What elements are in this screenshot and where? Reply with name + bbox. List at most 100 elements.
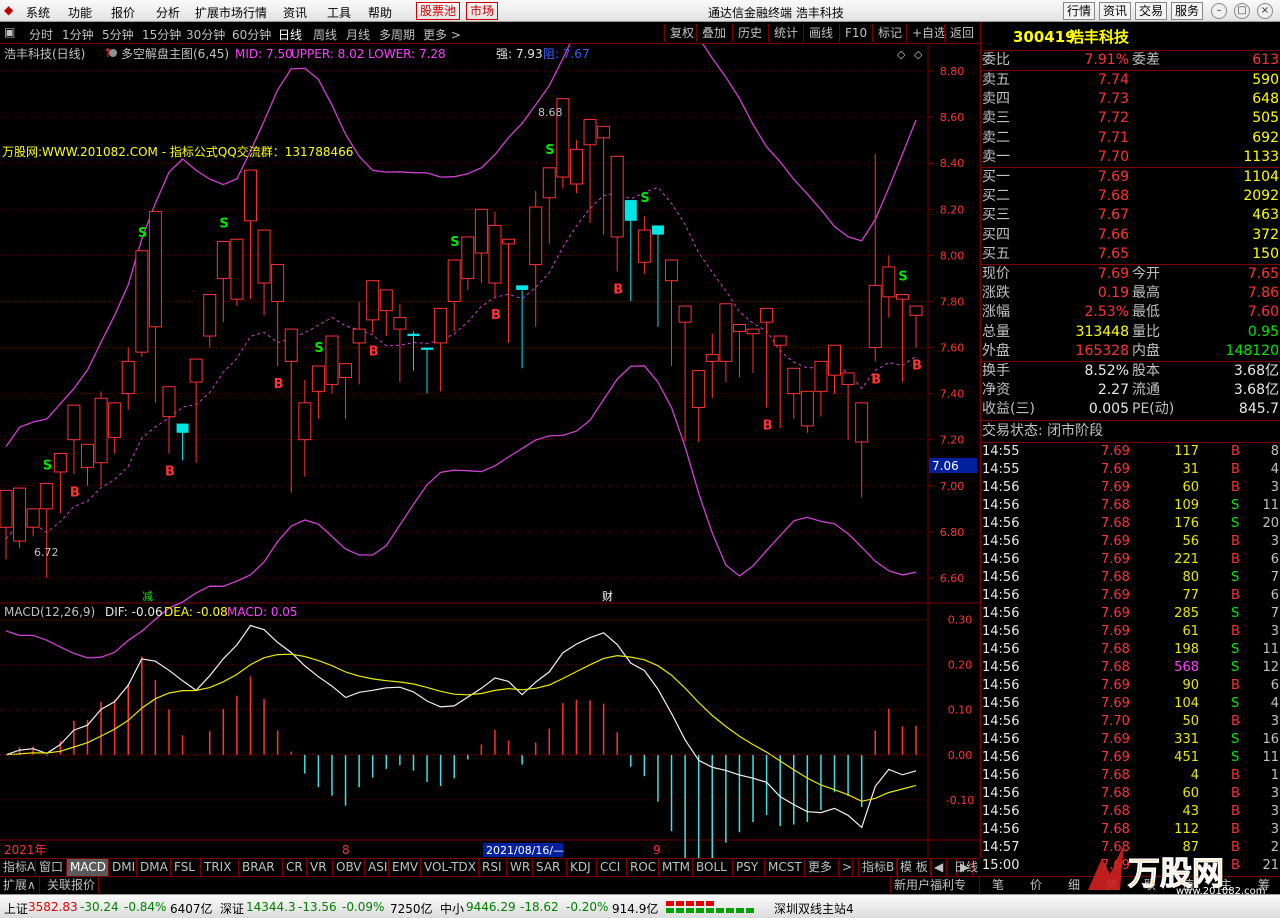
chart-tool-button[interactable]: F10 bbox=[839, 24, 872, 42]
candle[interactable] bbox=[108, 402, 122, 454]
chart-tool-button[interactable]: 标记 bbox=[872, 24, 907, 42]
candle[interactable] bbox=[53, 453, 67, 514]
candle[interactable] bbox=[828, 344, 842, 394]
candle[interactable] bbox=[841, 372, 855, 440]
candle[interactable] bbox=[447, 259, 461, 332]
candle[interactable] bbox=[461, 236, 475, 290]
period-item[interactable]: 分时 bbox=[29, 26, 53, 43]
candle[interactable] bbox=[868, 153, 882, 362]
quote-tab[interactable]: 主 bbox=[1216, 877, 1236, 895]
zx-label[interactable]: 中小 bbox=[440, 900, 464, 917]
candle[interactable] bbox=[0, 489, 13, 560]
stock-pool-menu[interactable]: 股票池 bbox=[416, 2, 461, 20]
quote-tab[interactable]: 细 bbox=[1064, 877, 1084, 895]
candle[interactable] bbox=[909, 305, 923, 348]
menu-item[interactable]: 功能 bbox=[68, 4, 92, 21]
candle[interactable] bbox=[502, 238, 516, 343]
quote-tab[interactable]: 价 bbox=[1026, 877, 1046, 895]
chart-area[interactable]: S B S B S B S B S B S B S B B S B 6.60 6.80 7.00 7.20 7.40 7.… bbox=[0, 44, 980, 858]
indicator-tab-right[interactable]: ◀ bbox=[930, 859, 948, 877]
indicator-tab[interactable]: WR bbox=[507, 859, 533, 877]
candle[interactable] bbox=[678, 305, 692, 443]
header-button[interactable]: 交易 bbox=[1135, 2, 1168, 20]
candle[interactable] bbox=[393, 303, 407, 383]
candle[interactable] bbox=[366, 280, 380, 334]
quote-tab[interactable]: 势 bbox=[1102, 877, 1122, 895]
indicator-tab[interactable]: DMA bbox=[137, 859, 171, 877]
candle[interactable] bbox=[855, 402, 869, 498]
candle[interactable] bbox=[230, 238, 244, 307]
candle[interactable] bbox=[40, 482, 54, 578]
candle[interactable] bbox=[379, 289, 393, 337]
indicator-tab[interactable]: MTM bbox=[659, 859, 693, 877]
quote-tab[interactable]: 联 bbox=[1140, 877, 1160, 895]
indicator-tab[interactable]: SAR bbox=[533, 859, 567, 877]
sh-label[interactable]: 上证 bbox=[4, 900, 28, 917]
candle[interactable] bbox=[814, 360, 828, 417]
expand-tab[interactable]: 扩展∧ bbox=[0, 877, 40, 895]
menu-item[interactable]: 报价 bbox=[111, 4, 135, 21]
candle[interactable] bbox=[895, 294, 909, 383]
candle[interactable] bbox=[597, 125, 611, 235]
indicator-tab[interactable]: ASI bbox=[365, 859, 389, 877]
period-item[interactable]: 5分钟 bbox=[102, 26, 134, 43]
indicator-tab[interactable]: MACD bbox=[67, 859, 109, 877]
candle[interactable] bbox=[94, 391, 108, 486]
candle[interactable] bbox=[705, 333, 719, 399]
candle[interactable] bbox=[637, 216, 651, 274]
candle[interactable] bbox=[542, 167, 556, 244]
indicator-tab[interactable]: BOLL bbox=[693, 859, 733, 877]
candle[interactable] bbox=[189, 358, 203, 463]
quote-tab[interactable]: 值 bbox=[1178, 877, 1198, 895]
candle[interactable] bbox=[284, 328, 298, 493]
candle[interactable] bbox=[121, 347, 135, 410]
candle[interactable] bbox=[760, 307, 774, 408]
maximize-icon[interactable]: □ bbox=[1234, 3, 1250, 19]
indicator-tab[interactable]: OBV bbox=[333, 859, 365, 877]
candle[interactable] bbox=[773, 335, 787, 429]
market-menu[interactable]: 市场 bbox=[466, 2, 499, 20]
related-quote-tab[interactable]: 关联报价 bbox=[44, 877, 100, 895]
candle[interactable] bbox=[13, 487, 27, 549]
period-item[interactable]: 月线 bbox=[346, 26, 370, 43]
new-user-link[interactable]: 新用户福利专享 bbox=[890, 877, 980, 909]
candle[interactable] bbox=[67, 404, 81, 475]
period-item[interactable]: 1分钟 bbox=[62, 26, 94, 43]
candle[interactable] bbox=[243, 169, 257, 300]
candle[interactable] bbox=[325, 335, 339, 394]
candle[interactable] bbox=[665, 259, 679, 366]
menu-item[interactable]: 系统 bbox=[26, 4, 50, 21]
server-name[interactable]: 深圳双线主站4 bbox=[774, 900, 854, 917]
candle[interactable] bbox=[488, 211, 502, 297]
candle[interactable] bbox=[529, 190, 543, 327]
quote-tab[interactable]: 筹 bbox=[1254, 877, 1274, 895]
period-item[interactable]: 更多 > bbox=[423, 26, 461, 43]
chart-tool-button[interactable]: 返回 bbox=[944, 24, 979, 42]
indicator-tab[interactable]: MCST bbox=[765, 859, 805, 877]
indicator-tab[interactable]: EMV bbox=[389, 859, 421, 877]
candle[interactable] bbox=[692, 370, 706, 443]
candle[interactable] bbox=[203, 294, 217, 348]
indicator-tab[interactable]: ROC bbox=[627, 859, 659, 877]
period-item[interactable]: 15分钟 bbox=[142, 26, 181, 43]
chart-tool-button[interactable]: 画线 bbox=[803, 24, 838, 42]
candle[interactable] bbox=[311, 365, 325, 419]
event-jian[interactable]: 减 bbox=[142, 590, 153, 603]
close-icon[interactable]: × bbox=[1257, 3, 1273, 19]
candle[interactable] bbox=[610, 155, 624, 272]
diamond-icon-2[interactable]: ◇ bbox=[914, 48, 923, 61]
minimize-icon[interactable]: – bbox=[1211, 3, 1227, 19]
indicator-tab[interactable]: 更多 bbox=[805, 859, 839, 877]
candle[interactable] bbox=[339, 363, 353, 419]
indicator-tab[interactable]: > bbox=[839, 859, 853, 877]
indicator-tab[interactable]: VR bbox=[307, 859, 333, 877]
indicator-tab[interactable]: DMI bbox=[109, 859, 137, 877]
indicator-tab[interactable]: PSY bbox=[733, 859, 765, 877]
candle[interactable] bbox=[474, 208, 488, 284]
period-item[interactable]: 周线 bbox=[313, 26, 337, 43]
quote-tab[interactable]: 笔 bbox=[988, 877, 1008, 895]
candle[interactable] bbox=[352, 301, 366, 385]
chart-tool-button[interactable]: 复权 bbox=[664, 24, 699, 42]
candle[interactable] bbox=[162, 386, 176, 454]
menu-item[interactable]: 分析 bbox=[156, 4, 180, 21]
